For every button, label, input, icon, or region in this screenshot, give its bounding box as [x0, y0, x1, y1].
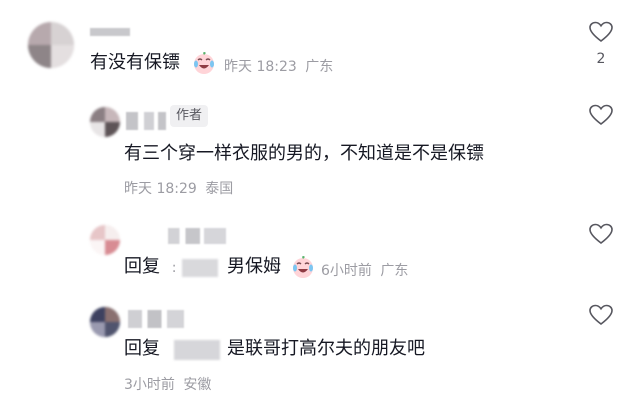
reply-target-redacted[interactable]	[182, 259, 218, 277]
avatar[interactable]	[28, 22, 74, 68]
comment-location: 广东	[380, 263, 409, 279]
comment-meta: 昨天 18:23 广东	[224, 56, 333, 76]
comment-time: 3小时前	[124, 377, 175, 393]
username-redacted[interactable]	[128, 310, 184, 328]
reply-target-redacted[interactable]	[174, 340, 220, 360]
author-badge: 作者	[170, 105, 209, 127]
like-count: 2	[596, 51, 606, 67]
reply-prefix: 回复	[124, 256, 160, 277]
like-heart-icon[interactable]	[589, 104, 613, 126]
avatar[interactable]	[90, 225, 120, 255]
avatar[interactable]	[90, 107, 120, 137]
comment-location: 安徽	[183, 377, 212, 393]
avatar[interactable]	[90, 307, 120, 337]
username-redacted[interactable]	[168, 228, 226, 244]
username-redacted[interactable]	[90, 28, 130, 36]
comment-time: 昨天 18:29	[124, 181, 197, 197]
crying-laughing-emoji-icon	[291, 255, 315, 279]
comment-location: 广东	[305, 59, 334, 75]
like-heart-icon[interactable]	[589, 21, 613, 43]
comment-text: 回复 :	[124, 255, 176, 280]
reply-text: 男保姆	[227, 256, 281, 277]
reply-separator: :	[171, 260, 177, 276]
comment-text: 有没有保镖	[90, 52, 180, 73]
username-redacted[interactable]	[126, 112, 166, 130]
comment-text: 回复	[124, 337, 160, 361]
like-heart-icon[interactable]	[589, 304, 613, 326]
comment-time: 6小时前	[321, 263, 372, 279]
comment-time: 昨天 18:23	[224, 59, 297, 75]
crying-laughing-emoji-icon	[192, 51, 216, 75]
comment-meta: 昨天 18:29 泰国	[124, 178, 233, 198]
like-heart-icon[interactable]	[589, 223, 613, 245]
comment-meta: 3小时前 安徽	[124, 374, 211, 394]
comment-location: 泰国	[205, 181, 234, 197]
comment-text: 有三个穿一样衣服的男的，不知道是不是保镖	[124, 143, 484, 164]
comment-meta: 6小时前 广东	[321, 260, 408, 280]
reply-text: 是联哥打高尔夫的朋友吧	[227, 338, 425, 359]
reply-prefix: 回复	[124, 338, 160, 359]
